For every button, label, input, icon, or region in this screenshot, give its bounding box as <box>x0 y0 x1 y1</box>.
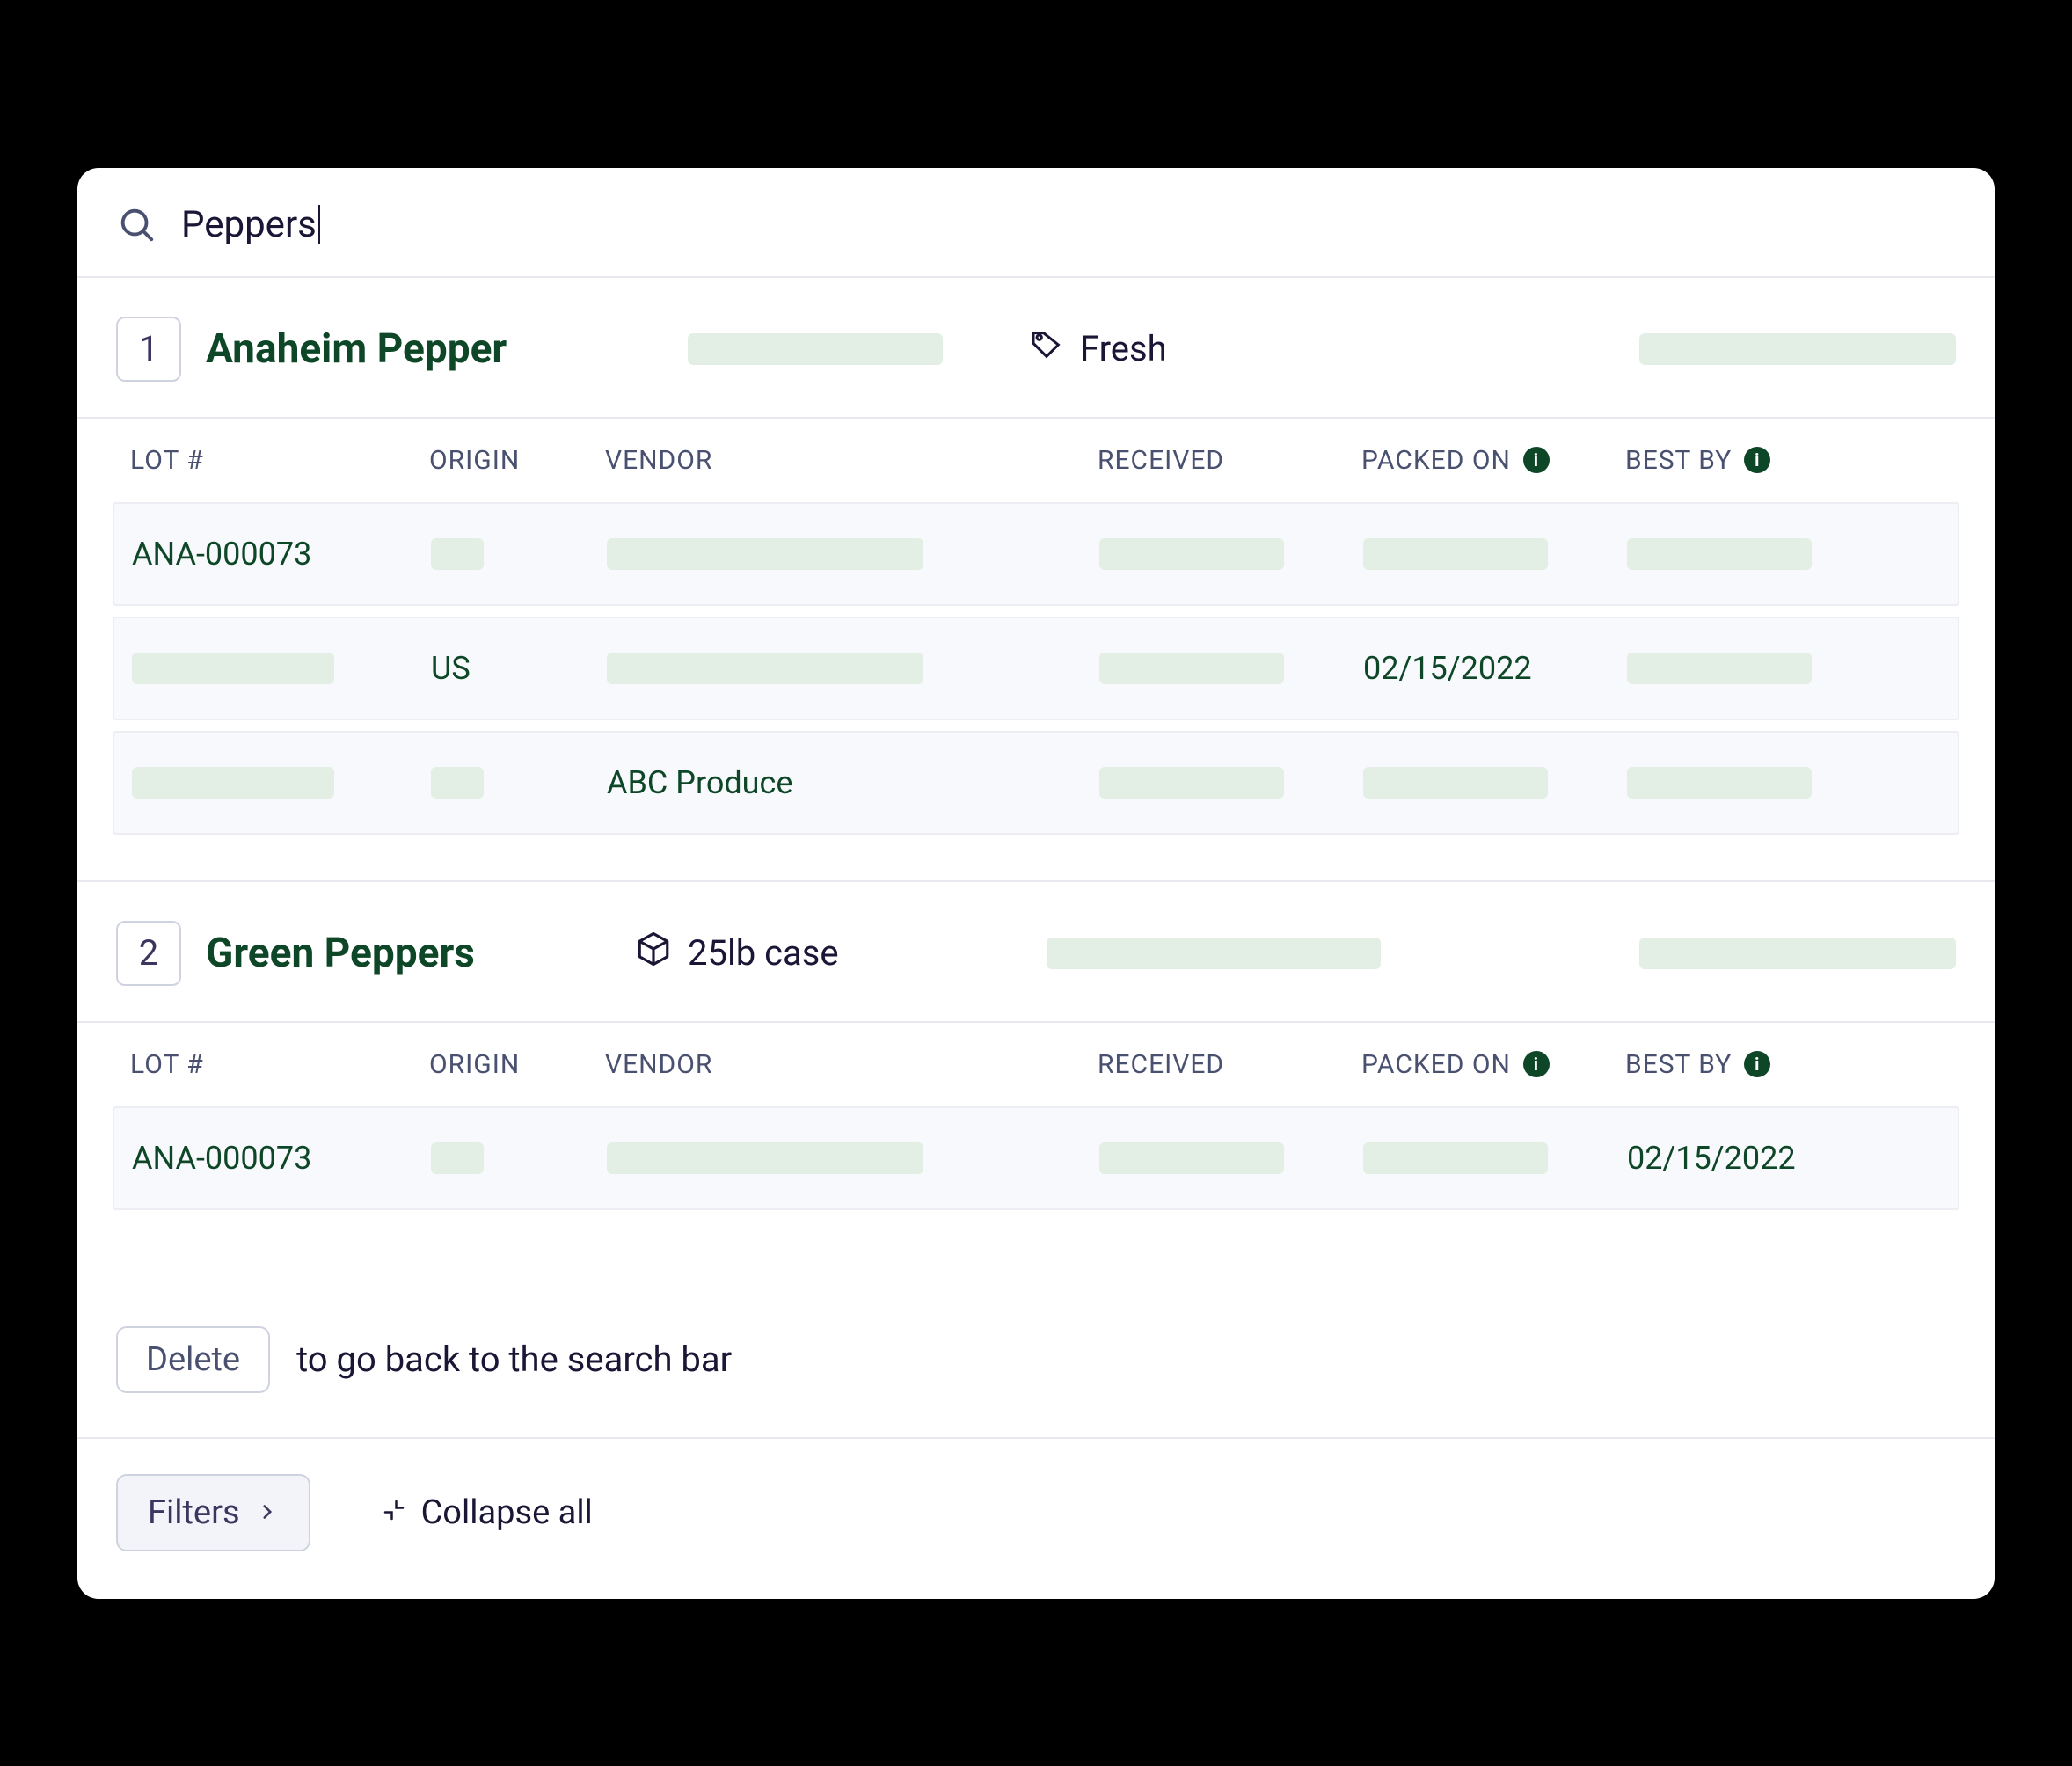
section-title: Green Peppers <box>206 930 610 977</box>
table-header: LOT # ORIGIN VENDOR RECEIVED PACKED ONi … <box>77 419 1995 502</box>
cell-received <box>1099 767 1363 799</box>
cell-received <box>1099 1142 1363 1174</box>
box-icon <box>635 930 672 976</box>
collapse-label: Collapse all <box>421 1493 593 1532</box>
section-index-badge: 2 <box>116 921 181 986</box>
search-icon <box>116 204 157 244</box>
hint-text: to go back to the search bar <box>296 1339 732 1380</box>
cell-vendor <box>607 1142 1099 1174</box>
cell-packed: 02/15/2022 <box>1363 650 1627 687</box>
chevron-right-icon <box>256 1493 279 1532</box>
package-label: 25lb case <box>635 930 1022 976</box>
delete-key[interactable]: Delete <box>116 1326 270 1393</box>
table-header: LOT # ORIGIN VENDOR RECEIVED PACKED ONi … <box>77 1023 1995 1106</box>
info-icon[interactable]: i <box>1744 1051 1770 1077</box>
info-icon[interactable]: i <box>1523 1051 1550 1077</box>
cell-packed <box>1363 538 1627 570</box>
cell-vendor <box>607 653 1099 684</box>
col-received[interactable]: RECEIVED <box>1098 445 1361 476</box>
placeholder <box>1639 333 1956 365</box>
cell-bestby <box>1627 653 1891 684</box>
cell-received <box>1099 653 1363 684</box>
result-section-2: 2 Green Peppers 25lb case LOT # ORIGIN V… <box>77 882 1995 1282</box>
search-panel: Peppers 1 Anaheim Pepper Fresh LOT # ORI… <box>77 168 1995 1599</box>
package-text: 25lb case <box>688 932 839 974</box>
cell-vendor <box>607 538 1099 570</box>
result-section-1: 1 Anaheim Pepper Fresh LOT # ORIGIN VEND… <box>77 278 1995 882</box>
cell-origin <box>431 1142 607 1174</box>
placeholder <box>1639 938 1956 969</box>
table-row[interactable]: ABC Produce <box>113 731 1959 835</box>
search-bar[interactable]: Peppers <box>77 168 1995 278</box>
cell-bestby: 02/15/2022 <box>1627 1140 1891 1177</box>
cell-packed <box>1363 1142 1627 1174</box>
table-body: ANA-000073 02/15/2022 <box>77 1106 1995 1282</box>
cell-lot <box>132 653 431 684</box>
cell-origin <box>431 538 607 570</box>
section-header[interactable]: 1 Anaheim Pepper Fresh <box>77 278 1995 419</box>
col-lot[interactable]: LOT # <box>130 1049 429 1080</box>
filters-label: Filters <box>148 1493 240 1532</box>
tag-label: Fresh <box>1080 328 1167 369</box>
col-origin[interactable]: ORIGIN <box>429 1049 605 1080</box>
filters-button[interactable]: Filters <box>116 1474 310 1551</box>
section-header[interactable]: 2 Green Peppers 25lb case <box>77 882 1995 1023</box>
cell-lot <box>132 767 431 799</box>
text-cursor <box>318 205 320 244</box>
table-row[interactable]: ANA-000073 <box>113 502 1959 606</box>
col-packed-on[interactable]: PACKED ONi <box>1361 1049 1625 1080</box>
table-body: ANA-000073 US 02/15/2022 ABC Produce <box>77 502 1995 880</box>
table-row[interactable]: ANA-000073 02/15/2022 <box>113 1106 1959 1210</box>
cell-lot: ANA-000073 <box>132 536 431 573</box>
cell-received <box>1099 538 1363 570</box>
col-lot[interactable]: LOT # <box>130 445 429 476</box>
placeholder <box>1047 938 1381 969</box>
search-input[interactable]: Peppers <box>181 203 320 246</box>
cell-bestby <box>1627 538 1891 570</box>
info-icon[interactable]: i <box>1744 447 1770 473</box>
col-packed-on[interactable]: PACKED ONi <box>1361 445 1625 476</box>
keyboard-hint: Delete to go back to the search bar <box>77 1282 1995 1439</box>
info-icon[interactable]: i <box>1523 447 1550 473</box>
search-value: Peppers <box>181 203 317 246</box>
footer-bar: Filters Collapse all <box>77 1439 1995 1599</box>
section-title: Anaheim Pepper <box>206 325 663 373</box>
placeholder <box>688 333 943 365</box>
cell-origin: US <box>431 650 607 687</box>
table-row[interactable]: US 02/15/2022 <box>113 617 1959 720</box>
tag-icon <box>1029 327 1064 371</box>
collapse-all-button[interactable]: Collapse all <box>381 1493 593 1532</box>
collapse-icon <box>381 1493 407 1532</box>
col-origin[interactable]: ORIGIN <box>429 445 605 476</box>
col-vendor[interactable]: VENDOR <box>605 445 1098 476</box>
col-received[interactable]: RECEIVED <box>1098 1049 1361 1080</box>
col-best-by[interactable]: BEST BYi <box>1625 445 1889 476</box>
cell-origin <box>431 767 607 799</box>
tag: Fresh <box>1029 327 1346 371</box>
col-best-by[interactable]: BEST BYi <box>1625 1049 1889 1080</box>
cell-bestby <box>1627 767 1891 799</box>
cell-lot: ANA-000073 <box>132 1140 431 1177</box>
cell-vendor: ABC Produce <box>607 764 1099 801</box>
cell-packed <box>1363 767 1627 799</box>
section-index-badge: 1 <box>116 317 181 382</box>
col-vendor[interactable]: VENDOR <box>605 1049 1098 1080</box>
